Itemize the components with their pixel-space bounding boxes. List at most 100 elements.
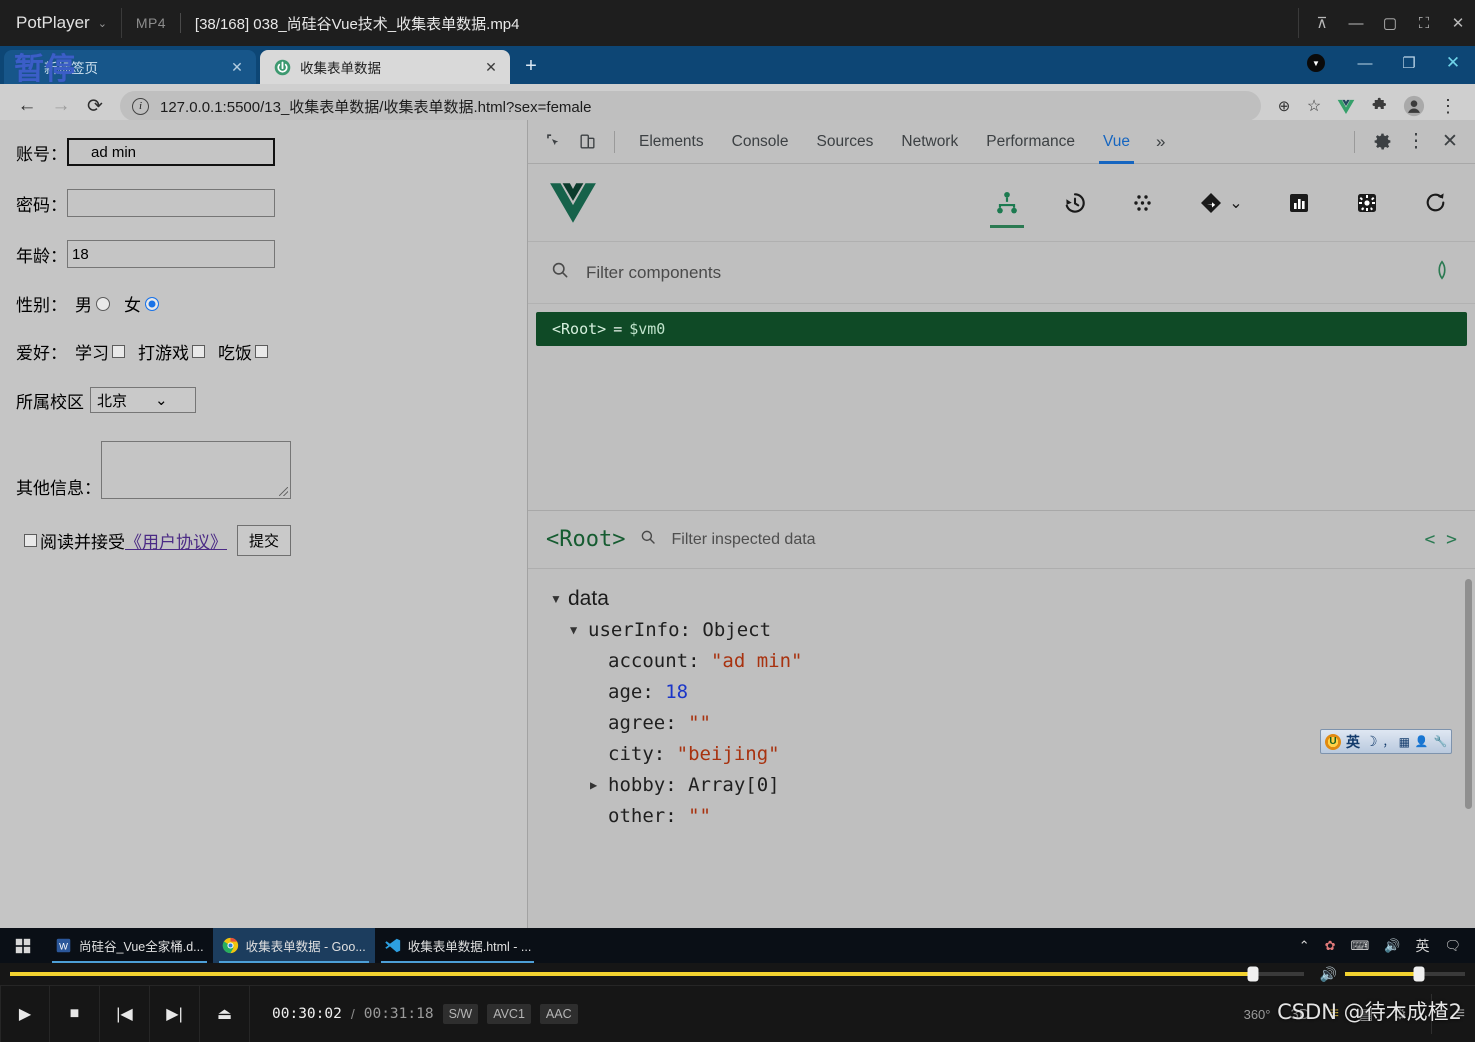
bookmark-star-icon[interactable]: ☆: [1299, 96, 1329, 116]
next-button[interactable]: ▶|: [150, 985, 200, 1042]
account-input[interactable]: ad min: [67, 138, 275, 166]
forward-button[interactable]: →: [44, 89, 78, 123]
new-tab-button[interactable]: +: [516, 51, 546, 81]
tree-row-age[interactable]: age : 18: [608, 676, 1475, 707]
play-button[interactable]: ▶: [0, 985, 50, 1042]
taskbar-item-chrome[interactable]: 收集表单数据 - Goo...: [212, 928, 375, 963]
punctuation-icon[interactable]: ，: [1383, 734, 1394, 750]
taskbar-item-vscode[interactable]: 收集表单数据.html - ...: [375, 928, 541, 963]
minimize-button[interactable]: —: [1343, 48, 1387, 78]
toolbox-icon[interactable]: 🔧: [1434, 735, 1448, 748]
hobby-checkbox-study[interactable]: [112, 345, 125, 358]
performance-button[interactable]: [1279, 176, 1319, 230]
password-input[interactable]: [67, 189, 275, 217]
seek-bar[interactable]: [10, 966, 1304, 982]
show-hidden-icons[interactable]: ⌃: [1299, 938, 1310, 954]
site-info-icon[interactable]: i: [132, 97, 149, 115]
pin-button[interactable]: ⊼: [1305, 0, 1339, 46]
minimize-button[interactable]: —: [1339, 0, 1373, 46]
hobby-checkbox-eat[interactable]: [255, 345, 268, 358]
select-component-icon[interactable]: [1431, 259, 1453, 286]
seek-knob[interactable]: [1247, 966, 1259, 982]
gear-icon[interactable]: [1365, 125, 1399, 159]
volume-slider[interactable]: [1345, 966, 1465, 982]
hobby-checkbox-game[interactable]: [192, 345, 205, 358]
moon-mode-icon[interactable]: ☽: [1365, 733, 1378, 750]
volume-icon[interactable]: 🔊: [1384, 938, 1400, 954]
close-devtools-icon[interactable]: ✕: [1433, 125, 1467, 159]
tree-row-userinfo[interactable]: ▼ userInfo : Object: [570, 614, 1475, 645]
reload-button[interactable]: ⟳: [78, 89, 112, 123]
close-icon[interactable]: ✕: [482, 58, 500, 76]
user-icon[interactable]: 👤: [1415, 735, 1429, 748]
data-section-row[interactable]: ▼ data: [550, 583, 1475, 614]
tree-row-account[interactable]: account : "ad min": [608, 645, 1475, 676]
browser-tab-form-data[interactable]: 收集表单数据 ✕: [260, 50, 510, 84]
tree-row-other[interactable]: other : "": [608, 800, 1475, 831]
age-input[interactable]: 18: [67, 240, 275, 268]
restore-button[interactable]: ❐: [1387, 48, 1431, 78]
component-filter-input[interactable]: Filter components: [586, 263, 721, 283]
ime-language-icon[interactable]: 英: [1415, 936, 1429, 956]
potplayer-menu-caret-icon[interactable]: ⌄: [98, 17, 107, 30]
menu-button[interactable]: ≡: [1456, 1005, 1465, 1023]
profile-avatar-icon[interactable]: [1397, 89, 1431, 123]
user-agreement-link[interactable]: 《用户协议》: [125, 528, 227, 553]
tab-network[interactable]: Network: [887, 120, 972, 164]
chrome-menu-icon[interactable]: ⋮: [1431, 89, 1465, 123]
previous-button[interactable]: |◀: [100, 985, 150, 1042]
volume-knob[interactable]: [1413, 966, 1425, 982]
tree-row-hobby[interactable]: ▶ hobby : Array[0]: [590, 769, 1475, 800]
language-mode-icon[interactable]: 英: [1346, 732, 1360, 752]
360-video-button[interactable]: 360°: [1244, 1007, 1271, 1022]
antivirus-icon[interactable]: ✿: [1325, 938, 1336, 954]
vue-extension-icon[interactable]: [1329, 89, 1363, 123]
close-icon[interactable]: ✕: [228, 58, 246, 76]
back-button[interactable]: ←: [10, 89, 44, 123]
settings-button[interactable]: ⚙: [1393, 1005, 1406, 1023]
volume-icon[interactable]: 🔊: [1320, 966, 1337, 983]
components-tree-button[interactable]: [987, 176, 1027, 230]
maximize-button[interactable]: ▢: [1373, 0, 1407, 46]
refresh-button[interactable]: [1415, 176, 1455, 230]
soft-keyboard-icon[interactable]: ▦: [1399, 735, 1410, 749]
agree-checkbox[interactable]: [24, 534, 37, 547]
more-tabs-icon[interactable]: »: [1144, 120, 1177, 164]
tab-console[interactable]: Console: [718, 120, 803, 164]
3d-video-button[interactable]: 3D: [1290, 1006, 1309, 1023]
tab-elements[interactable]: Elements: [625, 120, 718, 164]
tab-vue[interactable]: Vue: [1089, 120, 1144, 164]
timeline-history-button[interactable]: [1055, 176, 1095, 230]
open-in-editor-icon[interactable]: < >: [1424, 529, 1457, 550]
city-select[interactable]: 北京 ⌄: [90, 387, 196, 413]
expand-arrow-icon[interactable]: ▼: [570, 615, 588, 645]
browser-tab-newtab[interactable]: 新标签页 ✕: [4, 50, 256, 84]
tab-performance[interactable]: Performance: [972, 120, 1089, 164]
collapse-arrow-icon[interactable]: ▶: [590, 770, 608, 800]
expand-arrow-icon[interactable]: ▼: [550, 584, 568, 614]
inspect-element-icon[interactable]: [536, 125, 570, 159]
eject-button[interactable]: ⏏: [200, 985, 250, 1042]
other-textarea[interactable]: [101, 441, 291, 499]
extensions-puzzle-icon[interactable]: [1363, 89, 1397, 123]
start-button[interactable]: [0, 938, 46, 954]
inspected-data-filter-input[interactable]: Filter inspected data: [671, 531, 815, 549]
submit-button[interactable]: 提交: [237, 525, 292, 556]
device-toolbar-icon[interactable]: [570, 125, 604, 159]
close-button[interactable]: ✕: [1431, 48, 1475, 78]
sex-radio-female[interactable]: [145, 296, 159, 311]
sogou-logo-icon[interactable]: U: [1325, 733, 1341, 750]
sex-radio-male[interactable]: [96, 296, 110, 311]
vue-settings-button[interactable]: [1347, 176, 1387, 230]
bookmark-button[interactable]: ▤: [1359, 1005, 1373, 1023]
zoom-icon[interactable]: ⊕: [1269, 97, 1299, 115]
router-button[interactable]: ⌄: [1191, 176, 1251, 230]
stop-button[interactable]: ■: [50, 985, 100, 1042]
kebab-menu-icon[interactable]: ⋮: [1399, 125, 1433, 159]
taskbar-item-word[interactable]: W 尚硅谷_Vue全家桶.d...: [46, 928, 213, 963]
action-center-icon[interactable]: 🗨: [1444, 938, 1461, 954]
usb-device-icon[interactable]: ⌨: [1351, 938, 1370, 954]
fullscreen-button[interactable]: ⛶: [1407, 0, 1441, 46]
playlist-button[interactable]: ≡: [1330, 1005, 1339, 1023]
address-bar[interactable]: i 127.0.0.1:5500/13_收集表单数据/收集表单数据.html?s…: [120, 91, 1261, 121]
